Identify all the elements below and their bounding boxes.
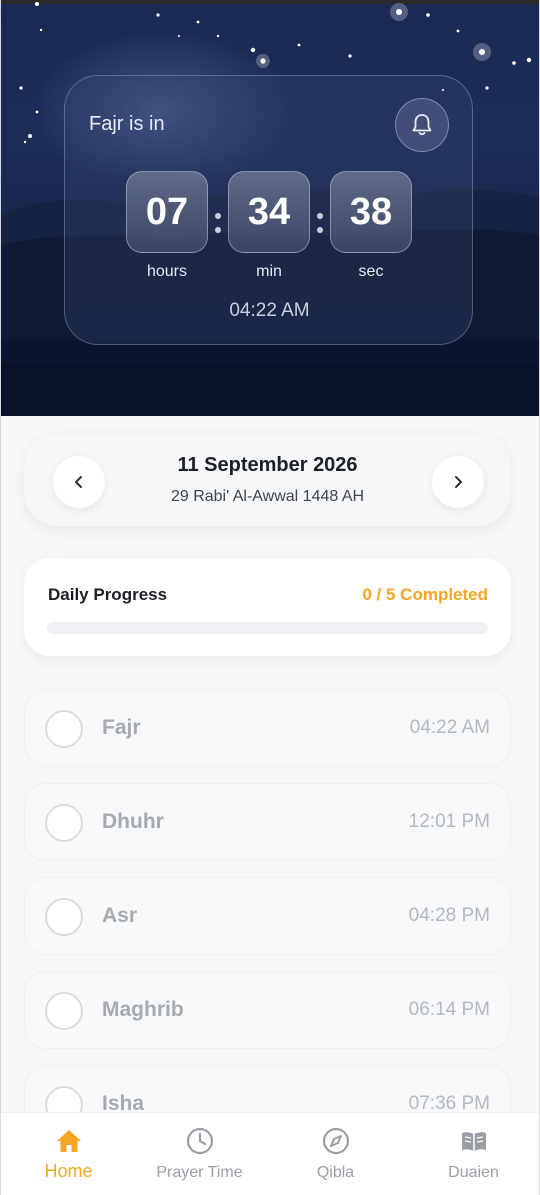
prayer-checkbox[interactable] <box>45 992 83 1030</box>
nav-prayer-time-label: Prayer Time <box>156 1164 243 1181</box>
next-prayer-time: 04:22 AM <box>229 300 310 321</box>
date-selector: 11 September 2026 29 Rabi' Al-Awwal 1448… <box>24 434 511 526</box>
time-separator <box>213 201 223 241</box>
countdown-card: Fajr is in 07 34 38 hours min sec 04:22 … <box>64 75 473 345</box>
nav-home-label: Home <box>44 1161 93 1181</box>
hours-box: 07 <box>126 171 208 253</box>
countdown-title: Fajr is in <box>89 113 165 135</box>
minutes-label: min <box>256 263 282 280</box>
notification-bell-button[interactable] <box>395 98 449 152</box>
prayer-row-maghrib[interactable]: Maghrib 06:14 PM <box>24 971 511 1049</box>
nav-duaien[interactable]: Duaien <box>406 1113 539 1195</box>
book-icon <box>461 1132 486 1151</box>
next-day-button[interactable] <box>432 456 484 508</box>
prayer-checkbox[interactable] <box>45 804 83 842</box>
prayer-time: 12:01 PM <box>408 811 490 832</box>
prayer-name: Maghrib <box>102 998 184 1021</box>
nav-qibla-label: Qibla <box>316 1164 355 1181</box>
prayer-row-fajr[interactable]: Fajr 04:22 AM <box>24 689 511 767</box>
prayer-time: 04:22 AM <box>409 717 490 738</box>
prayer-time: 06:14 PM <box>408 999 490 1020</box>
home-icon <box>56 1130 81 1152</box>
compass-icon <box>322 1127 349 1155</box>
prayer-checkbox[interactable] <box>45 898 83 936</box>
prayer-name: Asr <box>102 904 138 927</box>
seconds-box: 38 <box>330 171 412 253</box>
prayer-row-asr[interactable]: Asr 04:28 PM <box>24 877 511 955</box>
chevron-right-icon <box>455 476 462 488</box>
minutes-box: 34 <box>228 171 310 253</box>
hero-banner: Fajr is in 07 34 38 hours min sec 04:22 … <box>1 0 539 416</box>
prayer-checkbox[interactable] <box>45 710 83 748</box>
hours-label: hours <box>146 263 188 280</box>
bottom-navigation: Home Prayer Time Qibla Duaien <box>1 1112 539 1195</box>
prayer-time: 04:28 PM <box>408 905 490 926</box>
app-screen: Fajr is in 07 34 38 hours min sec 04:22 … <box>0 0 540 1195</box>
clock-icon <box>186 1127 213 1155</box>
prayer-name: Dhuhr <box>102 810 164 833</box>
nav-qibla[interactable]: Qibla <box>268 1113 403 1195</box>
progress-count: 0 / 5 Completed <box>362 585 488 604</box>
nav-duaien-label: Duaien <box>448 1164 499 1181</box>
seconds-label: sec <box>358 263 384 280</box>
bell-icon <box>412 114 432 136</box>
chevron-left-icon <box>75 476 82 488</box>
nav-home[interactable]: Home <box>1 1113 136 1195</box>
nav-prayer-time[interactable]: Prayer Time <box>132 1113 267 1195</box>
prayer-name: Fajr <box>102 716 141 739</box>
prayer-row-dhuhr[interactable]: Dhuhr 12:01 PM <box>24 783 511 861</box>
daily-progress-card: Daily Progress 0 / 5 Completed <box>24 558 511 656</box>
progress-bar <box>47 622 488 634</box>
progress-title: Daily Progress <box>48 585 168 604</box>
time-separator <box>315 201 325 241</box>
